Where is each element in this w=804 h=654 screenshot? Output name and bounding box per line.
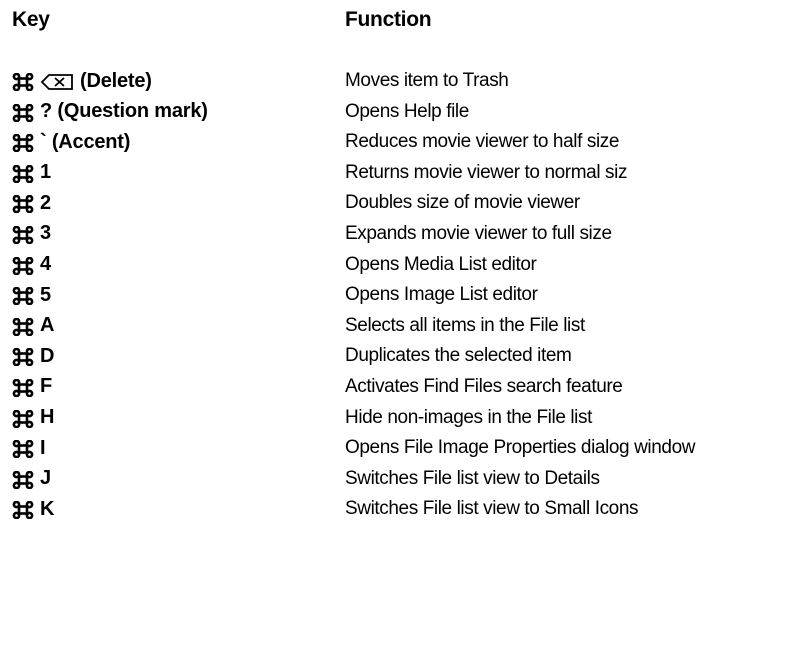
function-description: Hide non-images in the File list [345,406,592,428]
command-key-icon [12,348,34,367]
command-key-icon [12,225,34,244]
function-description: Duplicates the selected item [345,345,572,367]
function-description: Doubles size of movie viewer [345,192,580,214]
function-description: Switches File list view to Details [345,467,600,489]
key-cell: J [12,464,51,494]
function-description: Expands movie viewer to full size [345,222,612,244]
shortcut-table: (Delete) Moves item to Trash ? (Question m… [0,66,804,525]
key-label: 5 [40,283,51,306]
key-cell: I [12,433,46,463]
key-cell: 5 [12,280,51,310]
function-description: Opens Media List editor [345,253,537,275]
command-key-icon [12,195,34,214]
table-row: 4 Opens Media List editor [0,250,804,281]
table-header: Key Function [0,8,804,42]
key-cell: D [12,341,54,371]
key-column-header: Key [12,8,50,31]
key-label: ? (Question mark) [40,100,208,123]
key-label: (Delete) [80,69,152,92]
table-row: F Activates Find Files search feature [0,372,804,403]
key-cell: (Delete) [12,66,152,96]
function-description: Moves item to Trash [345,70,509,91]
key-label: 1 [40,161,51,184]
table-row: ? (Question mark) Opens Help file [0,97,804,128]
key-label: 2 [40,191,51,214]
function-column-header: Function [345,8,432,31]
command-key-icon [12,164,34,183]
command-key-icon [12,317,34,336]
table-row: A Selects all items in the File list [0,311,804,342]
delete-key-icon [40,73,74,91]
key-label: H [40,406,55,429]
key-cell: A [12,311,54,341]
function-description: Opens File Image Properties dialog windo… [345,437,696,459]
key-label: 4 [40,253,51,276]
table-row: 5 Opens Image List editor [0,280,804,311]
command-key-icon [12,409,34,428]
key-cell: H [12,403,54,433]
command-key-icon [12,501,34,520]
command-key-icon [12,256,34,275]
table-row: K Switches File list view to Small Icons [0,494,804,525]
table-row: 1 Returns movie viewer to normal siz [0,158,804,189]
function-description: Opens Image List editor [345,284,538,306]
command-key-icon [12,440,34,459]
function-description: Selects all items in the File list [345,314,585,336]
function-description: Activates Find Files search feature [345,375,623,397]
command-key-icon [12,134,34,153]
key-label: A [40,314,55,337]
key-cell: 3 [12,219,51,249]
key-cell: ` (Accent) [12,127,130,157]
function-description: Switches File list view to Small Icons [345,498,639,520]
function-description: Returns movie viewer to normal siz [345,161,628,183]
key-label: F [40,375,53,398]
key-label: ` (Accent) [40,130,131,153]
key-label: J [40,467,51,490]
key-label: D [40,344,55,367]
table-row: 3 Expands movie viewer to full size [0,219,804,250]
function-description: Opens Help file [345,100,469,122]
table-row: I Opens File Image Properties dialog wind… [0,433,804,464]
key-label: 3 [40,222,51,245]
table-row: 2 Doubles size of movie viewer [0,188,804,219]
command-key-icon [12,103,34,122]
key-cell: F [12,372,52,402]
table-row: D Duplicates the selected item [0,341,804,372]
table-row: J Switches File list view to Details [0,464,804,495]
function-description: Reduces movie viewer to half size [345,131,620,153]
key-label: K [40,497,55,520]
key-cell: 4 [12,250,51,280]
command-key-icon [12,287,34,306]
key-cell: 1 [12,158,51,188]
key-label: I [40,436,46,459]
key-cell: ? (Question mark) [12,97,208,127]
table-row: (Delete) Moves item to Trash [0,66,804,97]
command-key-icon [12,73,34,91]
key-cell: 2 [12,188,51,218]
key-cell: K [12,494,54,524]
table-row: H Hide non-images in the File list [0,403,804,434]
command-key-icon [12,470,34,489]
command-key-icon [12,378,34,397]
table-row: ` (Accent) Reduces movie viewer to half s… [0,127,804,158]
